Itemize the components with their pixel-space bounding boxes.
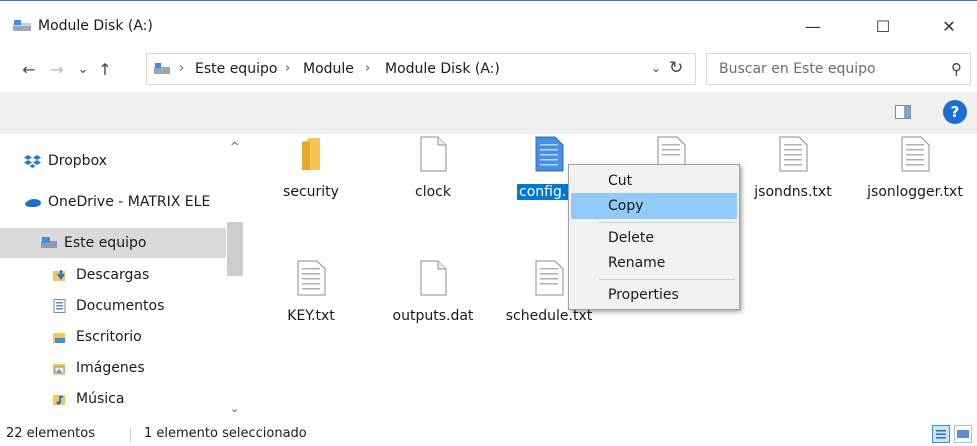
ribbon-strip: ? <box>0 92 977 134</box>
menu-item-cut[interactable]: Cut <box>571 168 737 194</box>
menu-item-properties[interactable]: Properties <box>571 282 737 308</box>
window-title: Module Disk (A:) <box>38 18 153 34</box>
address-bar[interactable]: › Este equipo › Module › Module Disk (A:… <box>146 53 696 85</box>
nav-item-onedrive[interactable]: OneDrive - MATRIX ELE <box>0 187 226 217</box>
nav-scrollbar[interactable]: ^ ⌄ <box>226 136 244 422</box>
nav-item-label: Imágenes <box>76 360 145 376</box>
nav-item-label: Música <box>76 391 125 407</box>
nav-item-imagenes[interactable]: Imágenes <box>0 353 226 383</box>
breadcrumb-separator: › <box>179 61 185 76</box>
large-icons-view-button[interactable] <box>954 425 972 443</box>
file-item-clock[interactable]: clock <box>378 136 488 226</box>
address-row: ← → ⌄ ↑ › Este equipo › Module › Module … <box>0 50 977 90</box>
scroll-thumb[interactable] <box>227 222 243 276</box>
scroll-down-button[interactable]: ⌄ <box>230 402 239 415</box>
navigation-pane: Dropbox OneDrive - MATRIX ELE Este equip… <box>0 136 244 422</box>
nav-item-label: Escritorio <box>76 329 142 345</box>
search-icon[interactable]: ⚲ <box>951 60 962 78</box>
nav-item-label: Descargas <box>76 267 150 283</box>
this-pc-icon <box>154 63 170 74</box>
refresh-button[interactable]: ↻ <box>669 58 683 78</box>
nav-item-documentos[interactable]: Documentos <box>0 291 226 321</box>
nav-item-label: Este equipo <box>64 235 147 251</box>
documents-icon <box>53 299 66 313</box>
file-name: jsonlogger.txt <box>867 184 963 200</box>
file-name: jsondns.txt <box>754 184 832 200</box>
breadcrumb-separator: › <box>365 61 371 76</box>
breadcrumb-module[interactable]: Module <box>303 61 354 77</box>
menu-item-copy[interactable]: Copy <box>571 193 737 219</box>
details-view-icon <box>936 430 946 439</box>
file-item-jsonlogger[interactable]: jsonlogger.txt <box>860 136 970 226</box>
downloads-icon <box>53 270 65 281</box>
file-item-security[interactable]: security <box>256 136 366 226</box>
nav-item-label: OneDrive - MATRIX ELE <box>48 194 211 210</box>
this-pc-icon <box>41 237 57 248</box>
menu-item-rename[interactable]: Rename <box>571 250 737 276</box>
context-menu: Cut Copy Delete Rename Properties <box>568 164 740 310</box>
nav-item-dropbox[interactable]: Dropbox <box>0 146 226 176</box>
nav-item-musica[interactable]: Música <box>0 384 226 414</box>
text-file-icon <box>779 136 808 172</box>
text-file-icon <box>901 136 930 172</box>
menu-separator <box>599 222 735 223</box>
large-icons-view-icon <box>957 430 969 438</box>
nav-item-escritorio[interactable]: Escritorio <box>0 322 226 352</box>
nav-item-descargas[interactable]: Descargas <box>0 260 226 290</box>
menu-separator <box>599 279 735 280</box>
file-name: clock <box>415 184 451 200</box>
text-file-icon <box>535 136 564 172</box>
music-icon <box>53 395 65 405</box>
file-item-jsondns[interactable]: jsondns.txt <box>738 136 848 226</box>
text-file-icon <box>535 260 564 296</box>
status-bar: 22 elementos 1 elemento seleccionado <box>0 422 977 446</box>
nav-item-label: Dropbox <box>48 153 107 169</box>
search-input[interactable]: Buscar en Este equipo <box>719 61 876 77</box>
breadcrumb-este-equipo[interactable]: Este equipo <box>195 61 277 77</box>
forward-button[interactable]: → <box>46 58 68 80</box>
pictures-icon <box>53 364 65 375</box>
nav-item-label: Documentos <box>76 298 165 314</box>
back-button[interactable]: ← <box>18 58 40 80</box>
file-name: KEY.txt <box>287 308 335 324</box>
onedrive-icon <box>25 199 41 207</box>
close-button[interactable]: ✕ <box>926 9 972 43</box>
scroll-up-button[interactable]: ^ <box>230 140 239 153</box>
menu-item-delete[interactable]: Delete <box>571 225 737 251</box>
address-dropdown-button[interactable]: ⌄ <box>651 61 661 75</box>
nav-item-este-equipo[interactable]: Este equipo <box>0 228 226 258</box>
breadcrumb-module-disk[interactable]: Module Disk (A:) <box>385 61 500 77</box>
dropbox-icon <box>24 155 41 168</box>
help-button[interactable]: ? <box>943 100 967 124</box>
file-item-key[interactable]: KEY.txt <box>256 260 366 350</box>
file-item-outputs[interactable]: outputs.dat <box>378 260 488 350</box>
folder-icon <box>302 138 320 170</box>
drive-icon <box>13 20 31 31</box>
minimize-button[interactable]: — <box>790 9 836 43</box>
blank-file-icon <box>420 260 447 296</box>
item-count: 22 elementos <box>6 426 96 441</box>
details-view-button[interactable] <box>932 425 950 443</box>
file-name: outputs.dat <box>392 308 474 324</box>
file-name: schedule.txt <box>505 308 593 324</box>
maximize-button[interactable]: ☐ <box>860 9 906 43</box>
search-box[interactable]: Buscar en Este equipo ⚲ <box>706 53 971 85</box>
file-name: config. <box>517 184 569 200</box>
title-bar: Module Disk (A:) — ☐ ✕ <box>0 0 977 50</box>
status-divider <box>130 428 131 442</box>
recent-locations-button[interactable]: ⌄ <box>72 58 94 80</box>
selection-count: 1 elemento seleccionado <box>144 426 307 441</box>
file-name: security <box>283 184 339 200</box>
up-button[interactable]: ↑ <box>94 58 116 80</box>
text-file-icon <box>297 260 326 296</box>
preview-pane-icon[interactable] <box>895 105 911 119</box>
blank-file-icon <box>420 136 447 172</box>
breadcrumb-separator: › <box>285 61 291 76</box>
desktop-icon <box>53 333 65 343</box>
